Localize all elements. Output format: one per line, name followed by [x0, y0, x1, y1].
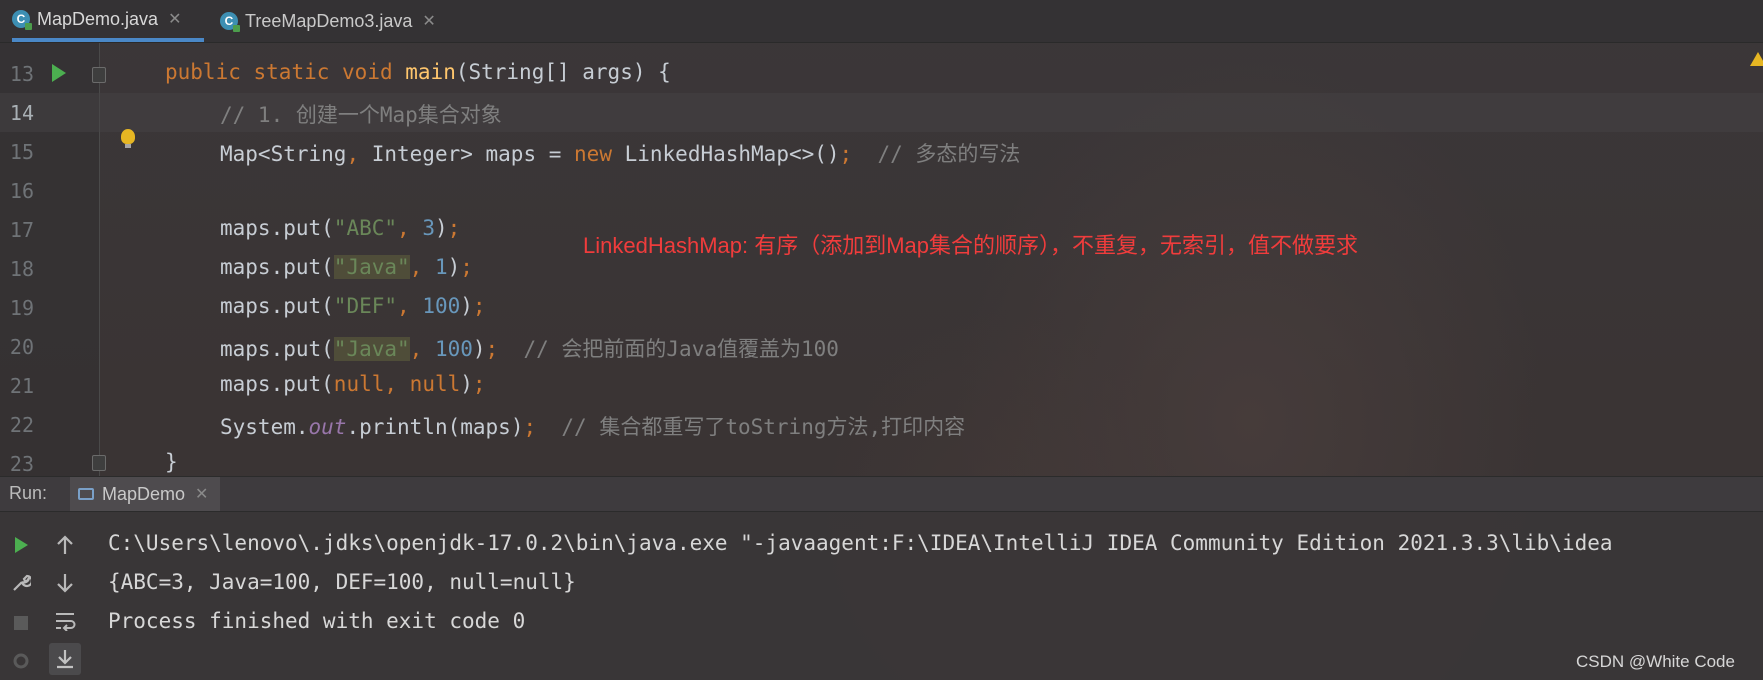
java-class-icon: C	[12, 10, 32, 30]
line-number: 13	[9, 62, 34, 86]
run-panel-header: Run: MapDemo ✕	[0, 476, 1763, 512]
code-text[interactable]: maps.put("Java", 1);	[220, 255, 473, 279]
line-number: 20	[9, 335, 34, 359]
fold-icon[interactable]	[92, 455, 106, 471]
line-number: 19	[9, 296, 34, 320]
arrow-up-icon[interactable]	[51, 531, 79, 559]
code-line[interactable]: 22 System.out.println(maps); // 集合都重写了to…	[0, 405, 1763, 444]
code-line[interactable]: 13 public static void main(String[] args…	[0, 54, 1763, 93]
code-text[interactable]: maps.put("Java", 100); // 会把前面的Java值覆盖为1…	[220, 333, 839, 363]
run-toolbar	[0, 511, 85, 680]
stop-icon[interactable]	[7, 609, 35, 637]
code-text[interactable]: Map<String, Integer> maps = new LinkedHa…	[220, 138, 1020, 168]
run-tab-mapdemo[interactable]: MapDemo ✕	[70, 477, 220, 511]
console-output[interactable]: C:\Users\lenovo\.jdks\openjdk-17.0.2\bin…	[108, 524, 1613, 641]
code-text[interactable]: public static void main(String[] args) {	[165, 60, 671, 84]
line-number: 18	[9, 257, 34, 281]
settings-icon[interactable]	[7, 647, 35, 675]
tab-mapdemo[interactable]: C MapDemo.java ✕	[12, 0, 204, 42]
warning-icon[interactable]	[1750, 52, 1763, 66]
code-line-current[interactable]: 14 // 1. 创建一个Map集合对象	[0, 93, 1763, 132]
code-line[interactable]: 21 maps.put(null, null);	[0, 366, 1763, 405]
line-number: 16	[9, 179, 34, 203]
tab-treemapdemo3[interactable]: C TreeMapDemo3.java ✕	[220, 0, 436, 42]
wrench-icon[interactable]	[7, 569, 35, 597]
editor-tab-bar: C MapDemo.java ✕ C TreeMapDemo3.java ✕	[0, 0, 1763, 43]
scroll-to-end-icon[interactable]	[49, 643, 81, 675]
line-number: 23	[9, 452, 34, 476]
rerun-icon[interactable]	[7, 531, 35, 559]
line-number: 14	[9, 101, 34, 125]
console-icon	[78, 488, 94, 500]
annotation-text: LinkedHashMap: 有序（添加到Map集合的顺序），不重复，无索引，值…	[583, 233, 1359, 258]
soft-wrap-icon[interactable]	[51, 607, 79, 635]
run-label: Run:	[9, 483, 48, 503]
code-line[interactable]: 23 }	[0, 444, 1763, 476]
code-text[interactable]: maps.put("ABC", 3);	[220, 216, 460, 240]
code-text[interactable]: System.out.println(maps); // 集合都重写了toStr…	[220, 411, 965, 441]
code-text[interactable]: maps.put("DEF", 100);	[220, 294, 486, 318]
console-line: C:\Users\lenovo\.jdks\openjdk-17.0.2\bin…	[108, 531, 1613, 555]
run-tab-label: MapDemo	[102, 483, 186, 504]
close-icon[interactable]: ✕	[422, 11, 435, 31]
close-icon[interactable]: ✕	[195, 484, 208, 504]
arrow-down-icon[interactable]	[51, 569, 79, 597]
run-panel: Run: MapDemo ✕ C:\Users\lenovo\.jdks\ope…	[0, 476, 1763, 680]
java-class-icon: C	[220, 12, 240, 32]
line-number: 22	[9, 413, 34, 437]
close-icon[interactable]: ✕	[168, 9, 181, 29]
console-line: Process finished with exit code 0	[108, 609, 526, 633]
lightbulb-icon[interactable]	[121, 129, 135, 148]
console-line: {ABC=3, Java=100, DEF=100, null=null}	[108, 570, 576, 594]
line-number: 15	[9, 140, 34, 164]
watermark: CSDN @White Code	[1576, 652, 1735, 671]
code-text[interactable]: // 1. 创建一个Map集合对象	[220, 99, 502, 129]
tab-label: TreeMapDemo3.java	[245, 10, 413, 31]
code-line[interactable]: 16	[0, 171, 1763, 210]
code-line[interactable]: 19 maps.put("DEF", 100);	[0, 288, 1763, 327]
line-number: 21	[9, 374, 34, 398]
code-line[interactable]: 20 maps.put("Java", 100); // 会把前面的Java值覆…	[0, 327, 1763, 366]
line-number: 17	[9, 218, 34, 242]
code-line[interactable]: 15 Map<String, Integer> maps = new Linke…	[0, 132, 1763, 171]
code-text[interactable]: }	[165, 450, 178, 474]
tab-label: MapDemo.java	[37, 8, 159, 29]
code-text[interactable]: maps.put(null, null);	[220, 372, 486, 396]
run-gutter-icon[interactable]	[52, 64, 66, 82]
fold-icon[interactable]	[92, 67, 106, 83]
